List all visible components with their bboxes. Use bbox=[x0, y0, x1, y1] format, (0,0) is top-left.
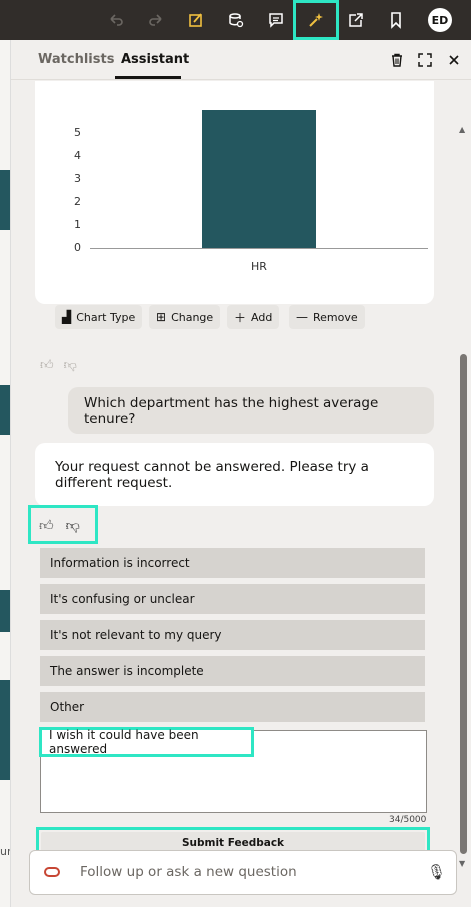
bar[interactable] bbox=[202, 110, 316, 248]
scrollbar-thumb[interactable] bbox=[460, 354, 467, 854]
comment-icon[interactable] bbox=[262, 6, 290, 34]
panel-header: Watchlists Assistant bbox=[11, 40, 471, 80]
thumbs-down-icon[interactable]: 👎︎ bbox=[64, 358, 77, 373]
chart-type-icon: ▟ bbox=[62, 310, 72, 324]
edit-icon[interactable] bbox=[182, 6, 210, 34]
character-counter: 34/5000 bbox=[389, 815, 427, 825]
remove-button[interactable]: — Remove bbox=[289, 305, 365, 329]
background-shape bbox=[0, 590, 10, 632]
y-tick-label: 1 bbox=[74, 218, 81, 231]
data-icon[interactable] bbox=[222, 6, 250, 34]
y-tick-label: 3 bbox=[74, 172, 81, 185]
chart-card: 5 4 3 2 1 0 HR ▟ Chart Type ⊞ Change ＋ Add — Remo… bbox=[35, 81, 434, 329]
tab-watchlists[interactable]: Watchlists bbox=[38, 52, 114, 67]
microphone-icon[interactable]: 🎙︎ bbox=[427, 863, 446, 881]
background-shape bbox=[0, 680, 10, 780]
thumbs-up-icon[interactable]: 👍︎ bbox=[39, 517, 54, 534]
assistant-active-highlight bbox=[293, 0, 339, 40]
bookmark-icon[interactable] bbox=[382, 6, 410, 34]
reply-feedback: 👍︎ 👎︎ bbox=[39, 517, 80, 534]
feedback-option[interactable]: Other bbox=[40, 692, 425, 722]
feedback-option[interactable]: It's not relevant to my query bbox=[40, 620, 425, 650]
minus-icon: — bbox=[296, 310, 308, 324]
thumbs-down-icon[interactable]: 👎︎ bbox=[66, 517, 80, 534]
chat-scroll-area[interactable]: 5 4 3 2 1 0 HR ▟ Chart Type ⊞ Change ＋ Add — Remo… bbox=[11, 81, 471, 871]
oracle-logo-icon bbox=[44, 867, 60, 877]
feedback-option[interactable]: The answer is incomplete bbox=[40, 656, 425, 686]
feedback-comment-text[interactable]: I wish it could have been answered bbox=[39, 727, 254, 757]
share-icon[interactable] bbox=[342, 6, 370, 34]
change-icon: ⊞ bbox=[156, 310, 167, 324]
add-button[interactable]: ＋ Add bbox=[227, 305, 280, 329]
avatar[interactable]: ED bbox=[428, 8, 452, 32]
y-tick-label: 5 bbox=[74, 126, 81, 139]
question-input[interactable]: Follow up or ask a new question 🎙︎ bbox=[29, 850, 457, 895]
trash-icon[interactable] bbox=[388, 51, 406, 69]
user-message: Which department has the highest average… bbox=[68, 387, 434, 434]
y-tick-label: 2 bbox=[74, 195, 81, 208]
change-button[interactable]: ⊞ Change bbox=[149, 305, 221, 329]
active-tab-indicator bbox=[115, 76, 181, 79]
scroll-down-arrow[interactable]: ▼ bbox=[459, 859, 465, 868]
undo-icon[interactable] bbox=[102, 6, 130, 34]
feedback-option[interactable]: It's confusing or unclear bbox=[40, 584, 425, 614]
y-tick-label: 0 bbox=[74, 241, 81, 254]
assistant-message: Your request cannot be answered. Please … bbox=[35, 443, 434, 506]
thumbs-up-icon[interactable]: 👍︎ bbox=[40, 358, 54, 373]
x-axis-line bbox=[90, 248, 428, 249]
scroll-up-arrow[interactable]: ▲ bbox=[459, 125, 465, 134]
plus-icon: ＋ bbox=[234, 310, 247, 325]
background-shape bbox=[0, 170, 10, 230]
chart-feedback: 👍︎ 👎︎ bbox=[40, 358, 77, 373]
background-shape bbox=[0, 385, 10, 435]
expand-icon[interactable] bbox=[416, 51, 434, 69]
top-toolbar: ED bbox=[0, 0, 471, 40]
y-tick-label: 4 bbox=[74, 149, 81, 162]
chart-type-button[interactable]: ▟ Chart Type bbox=[55, 305, 143, 329]
redo-icon[interactable] bbox=[142, 6, 170, 34]
x-tick-label: HR bbox=[251, 260, 267, 273]
input-placeholder[interactable]: Follow up or ask a new question bbox=[80, 864, 297, 880]
tab-assistant[interactable]: Assistant bbox=[121, 52, 189, 67]
assistant-panel: Watchlists Assistant 5 4 3 2 1 0 HR ▟ Chart Ty… bbox=[10, 40, 471, 907]
close-icon[interactable] bbox=[445, 51, 463, 69]
feedback-option[interactable]: Information is incorrect bbox=[40, 548, 425, 578]
